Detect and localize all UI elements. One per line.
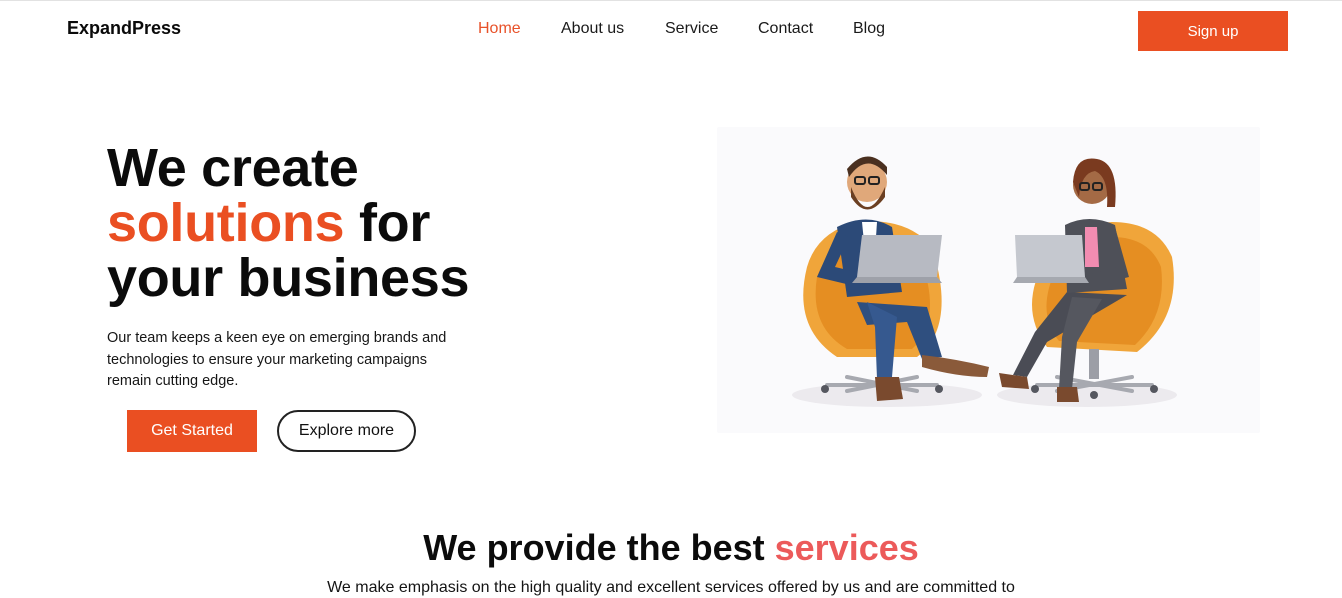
sign-up-button[interactable]: Sign up: [1138, 11, 1288, 51]
nav-item-about-us[interactable]: About us: [561, 20, 624, 38]
explore-more-button[interactable]: Explore more: [277, 410, 416, 452]
hero-title-line-2-rest: for: [344, 193, 431, 253]
nav-item-home[interactable]: Home: [478, 20, 521, 38]
hero-illustration: [717, 127, 1260, 433]
services-description: We make emphasis on the high quality and…: [327, 579, 1015, 596]
nav-item-blog[interactable]: Blog: [853, 20, 885, 38]
man-figure: [817, 156, 989, 401]
services-title: We provide the best services: [0, 527, 1342, 569]
woman-figure: [999, 158, 1129, 402]
nav-item-contact[interactable]: Contact: [758, 20, 813, 38]
services-title-accent: services: [774, 527, 919, 568]
services-title-prefix: We provide the best: [423, 527, 775, 568]
business-people-illustration: [792, 156, 1177, 407]
hero-title: We create solutions for your business: [107, 138, 470, 308]
hero-title-accent: solutions: [107, 193, 345, 253]
get-started-button[interactable]: Get Started: [127, 410, 257, 452]
nav-item-service[interactable]: Service: [665, 20, 718, 38]
top-border: [0, 0, 1342, 1]
hero-description: Our team keeps a keen eye on emerging br…: [107, 330, 447, 389]
hero-title-line-3: your business: [107, 248, 470, 308]
hero-title-line-1: We create: [107, 138, 359, 198]
